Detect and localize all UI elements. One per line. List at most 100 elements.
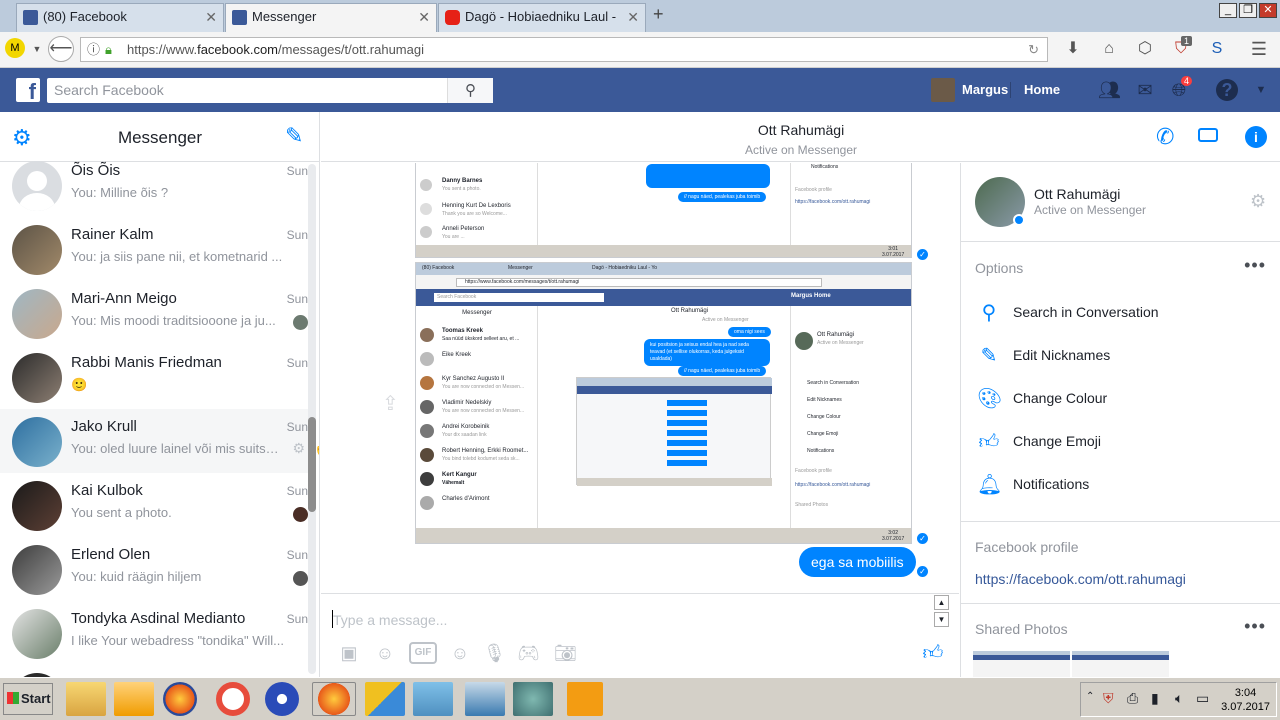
scroll-down-button[interactable]: ▼	[934, 612, 949, 627]
home-link[interactable]: Home	[1024, 80, 1060, 100]
game-icon[interactable]: 🎮︎	[517, 642, 540, 664]
more-options-icon[interactable]: •••	[1244, 616, 1266, 637]
conversation-item[interactable]: Rabbi Manis Friedman 🙂 Sun	[0, 345, 308, 409]
mini-shared-label: Shared Photos	[795, 502, 829, 508]
pdf-icon[interactable]	[567, 682, 603, 716]
scroll-up-button[interactable]: ▲	[934, 595, 949, 610]
file-explorer-icon[interactable]	[66, 682, 106, 716]
message-input[interactable]: Type a message...	[333, 612, 447, 628]
reload-icon[interactable]: ↻	[1028, 38, 1039, 61]
facebook-logo-icon[interactable]: f	[16, 78, 40, 104]
screenshot-tool-icon[interactable]	[465, 682, 505, 716]
message-bubble[interactable]: ega sa mobiilis	[799, 547, 916, 577]
firefox-active-task[interactable]	[312, 682, 356, 716]
extension-icon[interactable]: S	[1206, 38, 1228, 60]
maximize-button[interactable]: ❐	[1239, 3, 1257, 18]
volume-icon[interactable]: 🔈︎	[1175, 690, 1183, 707]
start-button[interactable]: Start	[3, 683, 53, 715]
pocket-icon[interactable]: ⬡	[1134, 38, 1156, 60]
emoji-icon[interactable]: ☺	[449, 642, 471, 664]
tab-youtube[interactable]: Dagö - Hobiaedniku Laul - Yo ✕	[438, 3, 646, 32]
conversation-item[interactable]: Kai Kulbok You sent a photo. Sun	[0, 473, 308, 537]
signal-icon[interactable]: ▮	[1151, 690, 1159, 707]
mini-left-title: Messenger	[462, 310, 492, 316]
option-search-in-conversation[interactable]: ⚲ Search in Conversation	[961, 294, 1280, 334]
close-window-button[interactable]: ✕	[1259, 3, 1277, 18]
messenger-icon[interactable]: ✉	[1134, 79, 1156, 101]
thumbs-up-icon[interactable]: 👍︎	[922, 642, 944, 664]
addon-icon[interactable]: M	[5, 38, 25, 58]
shared-photo-thumbnail[interactable]	[1072, 651, 1169, 677]
camera-icon[interactable]: 📷︎	[554, 642, 577, 664]
shared-photo-thumbnail[interactable]	[973, 651, 1070, 677]
option-change-emoji[interactable]: 👍︎ Change Emoji	[961, 423, 1280, 463]
show-hidden-icons-button[interactable]: ⌃	[1086, 691, 1094, 702]
profile-link[interactable]: Margus	[962, 80, 1008, 100]
image-icon[interactable]: ▣	[338, 642, 360, 664]
sticker-icon[interactable]: ☺	[374, 642, 396, 664]
info-contact-name[interactable]: Ott Rahumägi	[1034, 186, 1120, 202]
close-icon[interactable]: ✕	[627, 4, 639, 30]
close-icon[interactable]: ✕	[205, 4, 217, 30]
new-message-icon[interactable]: ✎	[285, 123, 303, 149]
network-icon[interactable]: ▭	[1196, 690, 1209, 707]
avatar[interactable]	[931, 78, 955, 102]
security-icon[interactable]: ⛨	[1103, 690, 1114, 707]
windows-app-icon[interactable]	[365, 682, 405, 716]
clock[interactable]: 3:04 3.07.2017	[1221, 686, 1270, 714]
minimize-button[interactable]: _	[1219, 3, 1237, 18]
help-icon[interactable]: ?	[1216, 79, 1238, 101]
share-icon[interactable]: ⇪	[382, 391, 399, 416]
download-icon[interactable]: ⬇	[1062, 38, 1084, 60]
search-input[interactable]: Search Facebook ⚲	[47, 78, 493, 103]
search-icon[interactable]: ⚲	[447, 78, 493, 103]
shared-screenshot-image[interactable]: (80) Facebook Messenger Dagö - Hobiaedni…	[415, 262, 912, 544]
option-change-colour[interactable]: 🎨︎ Change Colour	[961, 380, 1280, 420]
network-app-icon[interactable]	[513, 682, 553, 716]
tab-messenger[interactable]: Messenger ✕	[225, 3, 437, 32]
printer-icon[interactable]: ⎙	[1127, 690, 1138, 707]
conversation-item[interactable]	[0, 665, 308, 677]
conversation-item[interactable]: Tondyka Asdinal Medianto I like Your web…	[0, 601, 308, 665]
opera-icon[interactable]	[216, 682, 250, 716]
tab-facebook[interactable]: (80) Facebook ✕	[16, 3, 224, 32]
settings-gear-icon[interactable]: ⚙	[1250, 191, 1266, 212]
microphone-icon[interactable]: 🎙︎	[483, 642, 506, 664]
chevron-down-icon[interactable]: ▼	[26, 38, 48, 60]
account-menu-chevron-icon[interactable]: ▼	[1250, 79, 1272, 101]
option-edit-nicknames[interactable]: ✎ Edit Nicknames	[961, 337, 1280, 377]
conversation-item[interactable]: Erlend Olen You: kuid räägin hiljem Sun	[0, 537, 308, 601]
chat-contact-name[interactable]: Ott Rahumägi	[321, 122, 1280, 138]
gif-icon[interactable]: GIF	[409, 642, 437, 664]
close-icon[interactable]: ✕	[418, 4, 430, 30]
seen-avatar	[293, 571, 308, 586]
conversation-item[interactable]: Õis Õis You: Milline õis ? Sun	[0, 153, 308, 217]
conversation-item[interactable]: Jako Krull You: oled luure lainel või mi…	[0, 409, 308, 473]
more-options-icon[interactable]: •••	[1244, 255, 1266, 276]
back-button[interactable]: ⟵	[48, 36, 74, 62]
lock-icon: 🔒︎	[105, 42, 112, 57]
notes-icon[interactable]	[413, 682, 453, 716]
option-notifications[interactable]: 🔔︎ Notifications	[961, 466, 1280, 506]
shared-screenshot-image[interactable]: Danny Barnes You sent a photo. Henning K…	[415, 163, 912, 258]
new-tab-button[interactable]: +	[653, 4, 664, 25]
friends-icon[interactable]: 👥︎	[1098, 79, 1121, 101]
mini-contact-preview: You are now connected on Messen...	[442, 408, 525, 414]
info-icon[interactable]: i	[1245, 126, 1267, 148]
conversation-scrollbar-thumb[interactable]	[308, 417, 316, 512]
phone-icon[interactable]: ✆	[1156, 124, 1174, 150]
video-icon[interactable]	[1198, 128, 1218, 142]
menu-icon[interactable]: ☰	[1248, 38, 1270, 60]
profile-link[interactable]: https://facebook.com/ott.rahumagi	[975, 571, 1186, 587]
browser-icon[interactable]	[265, 682, 299, 716]
home-icon[interactable]: ⌂	[1098, 38, 1120, 60]
info-icon[interactable]: ⓘ	[87, 38, 100, 61]
media-player-icon[interactable]	[114, 682, 154, 716]
conversation-name: Erlend Olen	[71, 546, 151, 563]
firefox-icon[interactable]	[163, 682, 197, 716]
conversation-item[interactable]: Rainer Kalm You: ja siis pane nii, et ko…	[0, 217, 308, 281]
conversation-settings-icon[interactable]: ⚙	[292, 440, 305, 457]
url-bar[interactable]: ⓘ 🔒︎ https://www.facebook.com/messages/t…	[80, 37, 1048, 62]
mini-profile-label: Facebook profile	[795, 468, 832, 474]
conversation-item[interactable]: Mari-Ann Meigo You: Mis moodi traditsioo…	[0, 281, 308, 345]
